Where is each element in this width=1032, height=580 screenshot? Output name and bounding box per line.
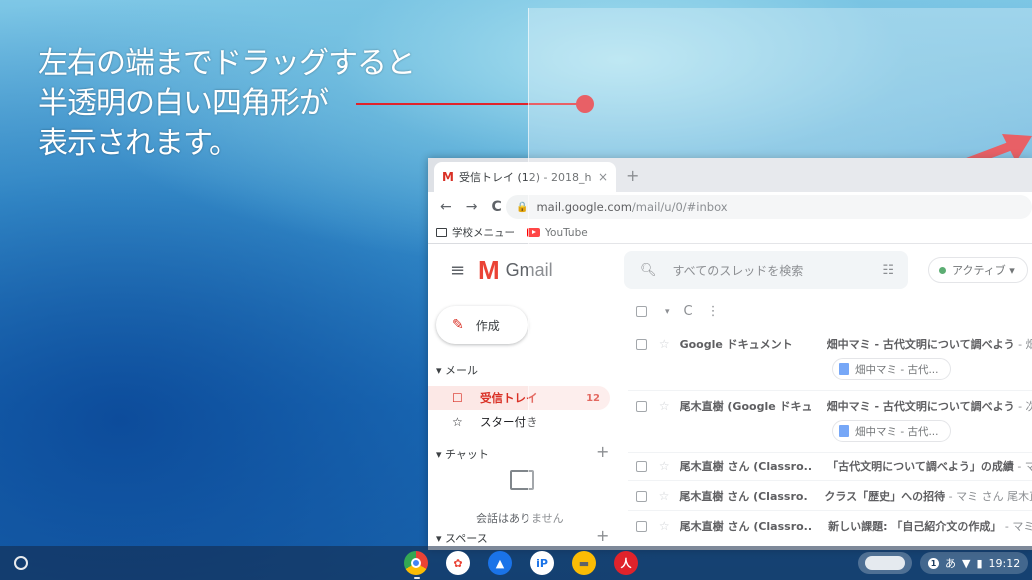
gmail-icon: M: [442, 170, 454, 184]
lock-icon: 🔒: [516, 201, 529, 213]
compose-label: 作成: [475, 318, 500, 333]
menu-icon[interactable]: ≡: [450, 260, 465, 281]
shelf: ✿ ▲ iP ▬ 人 1 あ ▼ ▮ 19:12: [0, 546, 1032, 580]
status-tray[interactable]: 1 あ ▼ ▮ 19:12: [920, 552, 1029, 574]
keep-icon[interactable]: ▬: [572, 551, 596, 575]
photos-icon[interactable]: ✿: [446, 551, 470, 575]
stylus-tools-button[interactable]: [858, 552, 912, 574]
caption-line-3: 表示されます。: [38, 126, 239, 161]
running-app-indicator: [414, 577, 420, 579]
reload-icon[interactable]: C: [491, 199, 501, 215]
spaces-section-header[interactable]: ▾ スペース: [436, 530, 488, 546]
clock: 19:12: [988, 556, 1021, 570]
chrome-icon[interactable]: [404, 551, 428, 575]
compose-button[interactable]: ✎ 作成: [436, 306, 528, 344]
drive-icon[interactable]: ▲: [488, 551, 512, 575]
ime-indicator: あ: [945, 557, 956, 570]
battery-icon: ▮: [976, 556, 983, 570]
pencil-icon: ✎: [452, 317, 464, 333]
stylus-icon: [865, 556, 905, 570]
wifi-icon: ▼: [962, 556, 971, 570]
launcher-button[interactable]: [14, 556, 28, 570]
folder-icon: [436, 228, 447, 237]
gmail-m-icon: M: [478, 255, 500, 285]
acrobat-icon[interactable]: 人: [614, 551, 638, 575]
bookmark-label: 学校メニュー: [452, 227, 515, 239]
inbox-icon: ☐: [452, 391, 463, 405]
caption-line-1: 左右の端までドラッグすると: [38, 46, 416, 81]
star-icon: ☆: [452, 415, 463, 429]
forward-arrow-icon[interactable]: →: [466, 199, 478, 215]
notification-count-badge: 1: [928, 557, 939, 569]
chat-section-header[interactable]: ▾ チャット: [436, 446, 489, 462]
bookmark-school-menu[interactable]: 学校メニュー: [436, 225, 515, 240]
back-arrow-icon[interactable]: ←: [440, 199, 452, 215]
snap-preview-overlay: [528, 8, 1032, 550]
pinterest-icon[interactable]: iP: [530, 551, 554, 575]
mail-section-header[interactable]: ▾ メール: [436, 362, 478, 378]
